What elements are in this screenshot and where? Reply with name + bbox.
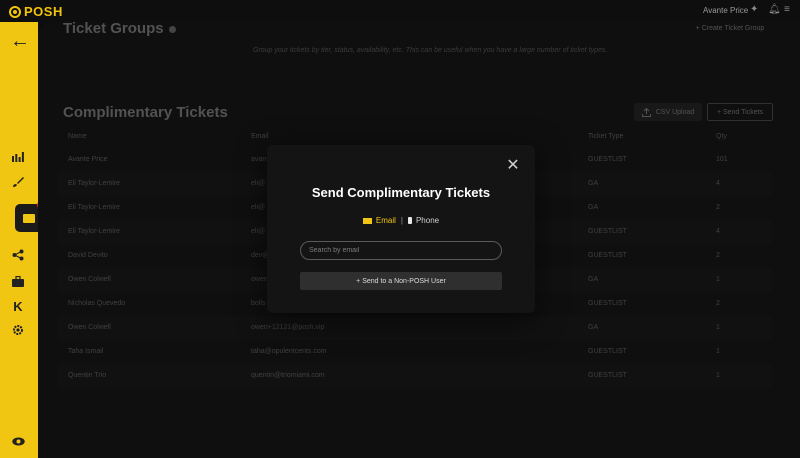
posh-logo-icon xyxy=(9,5,21,18)
brush-icon[interactable] xyxy=(9,173,27,191)
phone-icon xyxy=(407,217,412,224)
gear-svg xyxy=(13,325,23,335)
search-email-input[interactable] xyxy=(300,241,502,260)
eye-svg xyxy=(11,437,25,445)
share-svg xyxy=(12,249,24,261)
phone-tab-label: Phone xyxy=(415,216,440,225)
brand-name: POSH xyxy=(24,4,63,19)
send-method-toggle: Email | Phone xyxy=(267,216,535,225)
user-name[interactable]: Avante Price xyxy=(703,6,748,15)
close-icon[interactable]: ✕ xyxy=(506,158,520,174)
k-icon[interactable]: K xyxy=(9,297,27,315)
phone-tab[interactable]: Phone xyxy=(407,216,440,225)
eye-icon[interactable] xyxy=(9,432,27,450)
briefcase-icon[interactable] xyxy=(9,272,27,290)
bell-icon[interactable]: 🔔︎ xyxy=(768,4,781,16)
envelope-icon xyxy=(362,217,372,224)
send-non-posh-user-button[interactable]: + Send to a Non-POSH User xyxy=(300,272,502,290)
sidebar: ← K xyxy=(0,22,45,458)
email-tab-label: Email xyxy=(375,216,396,225)
briefcase-svg xyxy=(12,275,24,287)
analytics-icon[interactable] xyxy=(9,147,27,165)
menu-icon[interactable]: ≡ xyxy=(784,4,790,16)
share-icon[interactable] xyxy=(9,246,27,264)
brush-svg xyxy=(13,177,24,187)
top-bar: POSH Avante Price ✦ 🔔︎ ≡ xyxy=(0,0,800,22)
back-arrow-icon[interactable]: ← xyxy=(9,30,31,52)
send-tickets-modal: ✕ Send Complimentary Tickets Email | Pho… xyxy=(267,145,535,313)
posh-logo[interactable]: POSH xyxy=(9,4,63,19)
star-icon[interactable]: ✦ xyxy=(750,4,758,16)
tickets-icon xyxy=(23,213,35,223)
analytics-svg xyxy=(12,151,24,162)
modal-title: Send Complimentary Tickets xyxy=(311,185,491,200)
gear-icon[interactable] xyxy=(9,321,27,339)
email-tab[interactable]: Email xyxy=(362,216,396,225)
method-separator: | xyxy=(400,216,403,225)
